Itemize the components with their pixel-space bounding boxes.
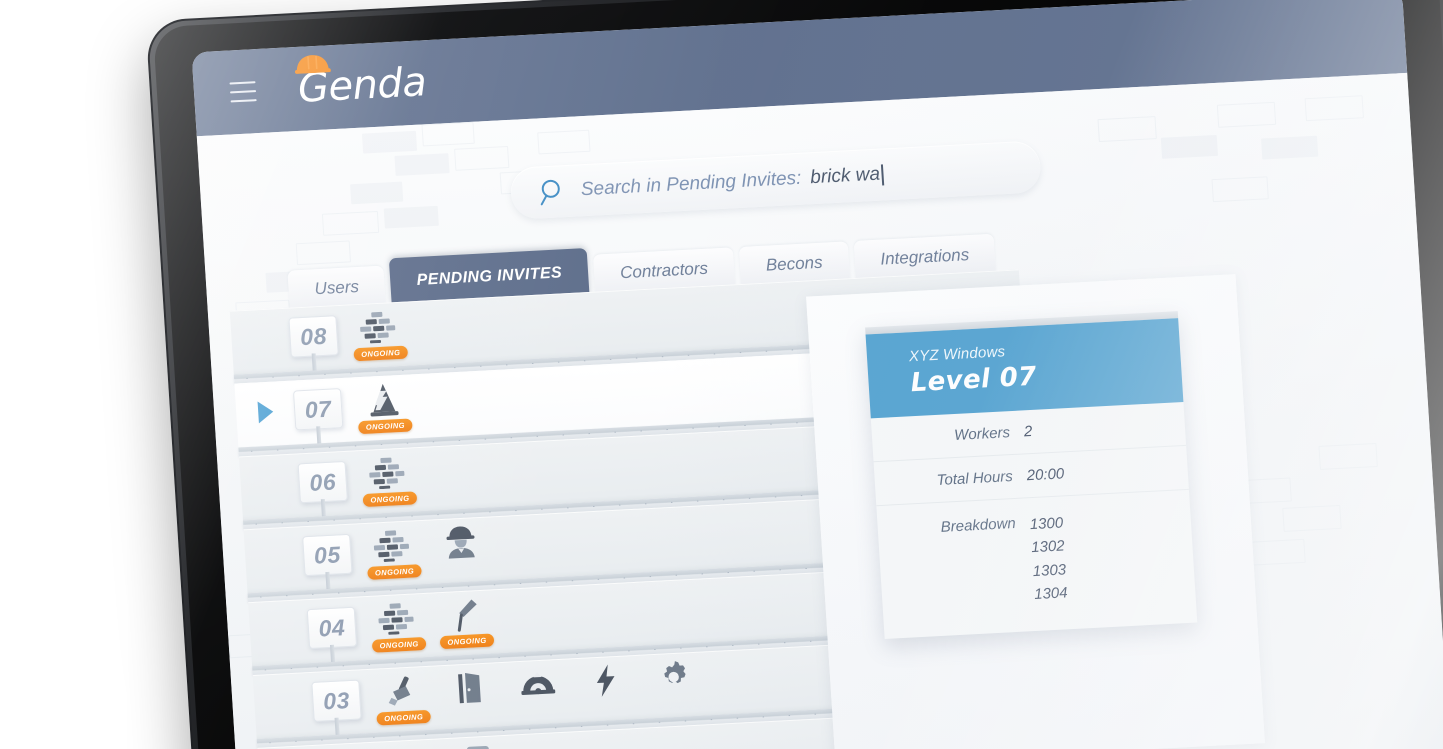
paint-brush-icon [384, 673, 420, 709]
trowel-icon [449, 597, 481, 633]
trade-item[interactable]: ONGOING [436, 524, 487, 576]
floor-number-tag[interactable]: 04 [306, 606, 358, 650]
trade-item[interactable]: ONGOING [372, 600, 427, 653]
screenshot-stage: Genda Search in Pending Invites: brick w… [0, 0, 1443, 749]
trade-item[interactable]: ONGOING [358, 382, 413, 435]
trade-icon-group: ONGOING ONGOING [367, 524, 487, 580]
card-label-breakdown: Breakdown [940, 514, 1017, 536]
breakdown-item: 1303 [1032, 560, 1067, 580]
status-badge: ONGOING [440, 633, 494, 650]
floor-number-tag[interactable]: 08 [288, 315, 339, 358]
search-input[interactable]: brick wa [810, 164, 881, 190]
level-detail-card: XYZ Windows Level 07 Workers 2 Total Hou… [865, 311, 1198, 639]
trade-icon-group: ONGOING ONGOING ONGOING ONGOING ONGOING [376, 659, 700, 726]
search-bar[interactable]: Search in Pending Invites: brick wa [509, 140, 1042, 220]
trade-item[interactable]: ONGOING [440, 597, 494, 650]
breakdown-item: 1300 [1029, 514, 1064, 534]
hamburger-icon[interactable] [229, 81, 257, 103]
laptop-device: Genda Search in Pending Invites: brick w… [145, 0, 1443, 749]
door-icon [456, 670, 484, 705]
worker-icon [443, 524, 479, 560]
card-row-breakdown: Breakdown 1300 1302 1303 1304 [876, 490, 1196, 627]
breakdown-item: 1302 [1030, 537, 1066, 557]
card-value-total-hours: 20:00 [1026, 465, 1065, 485]
brick-wall-icon [357, 309, 401, 345]
floor-number-tag[interactable]: 07 [292, 388, 344, 431]
status-badge: ONGOING [376, 709, 431, 726]
floor-number-tag[interactable]: 05 [302, 533, 353, 577]
status-badge: ONGOING [372, 636, 427, 653]
trade-icon-group: ONGOING ONGOING [382, 742, 501, 749]
brick-wall-icon [366, 455, 410, 491]
circular-saw-icon [520, 666, 556, 702]
brick-wall-icon [371, 527, 415, 563]
trade-item[interactable]: ONGOING [376, 673, 431, 726]
page-body: Search in Pending Invites: brick wa User… [196, 72, 1443, 749]
status-badge: ONGOING [358, 418, 413, 435]
search-label: Search in Pending Invites: [580, 167, 803, 201]
trade-icon-group: ONGOING ONGOING [372, 597, 494, 653]
paint-roller-icon [456, 743, 492, 749]
brick-wall-icon [375, 600, 419, 636]
trade-item[interactable]: ONGOING [581, 662, 632, 714]
search-icon [540, 179, 560, 206]
card-value-workers: 2 [1023, 422, 1033, 441]
floor-number-tag[interactable]: 06 [297, 460, 348, 504]
app-logo[interactable]: Genda [294, 55, 428, 112]
laptop-screen: Genda Search in Pending Invites: brick w… [191, 0, 1443, 749]
trade-icon-group: ONGOING [358, 382, 413, 435]
trade-item[interactable]: ONGOING [649, 659, 700, 711]
card-body: Workers 2 Total Hours 20:00 Breakdown 13… [870, 401, 1197, 627]
card-value-breakdown: 1300 1302 1303 1304 [1029, 511, 1068, 606]
trade-icon-group: ONGOING [363, 454, 417, 508]
trade-item[interactable]: ONGOING [367, 527, 422, 580]
breakdown-item: 1304 [1033, 584, 1069, 603]
trade-item[interactable]: ONGOING [449, 742, 500, 749]
status-badge: ONGOING [367, 564, 422, 580]
card-label-workers: Workers [953, 424, 1011, 445]
trade-item[interactable]: ONGOING [513, 666, 564, 718]
text-cursor [881, 163, 885, 185]
traffic-cone-icon [367, 382, 401, 418]
floor-number-tag[interactable]: 03 [311, 679, 362, 722]
status-badge: ONGOING [353, 345, 408, 362]
trade-item[interactable]: ONGOING [353, 309, 408, 362]
lightning-bolt-icon [594, 663, 618, 698]
trade-item[interactable]: ONGOING [445, 669, 496, 721]
trade-icon-group: ONGOING [353, 309, 408, 362]
selected-floor-arrow-icon [257, 400, 274, 424]
gear-icon [656, 659, 692, 695]
trade-item[interactable]: ONGOING [363, 454, 417, 508]
card-header: XYZ Windows Level 07 [865, 318, 1184, 419]
card-label-total-hours: Total Hours [936, 468, 1014, 489]
hard-hat-icon [294, 55, 331, 74]
status-badge: ONGOING [363, 491, 417, 508]
